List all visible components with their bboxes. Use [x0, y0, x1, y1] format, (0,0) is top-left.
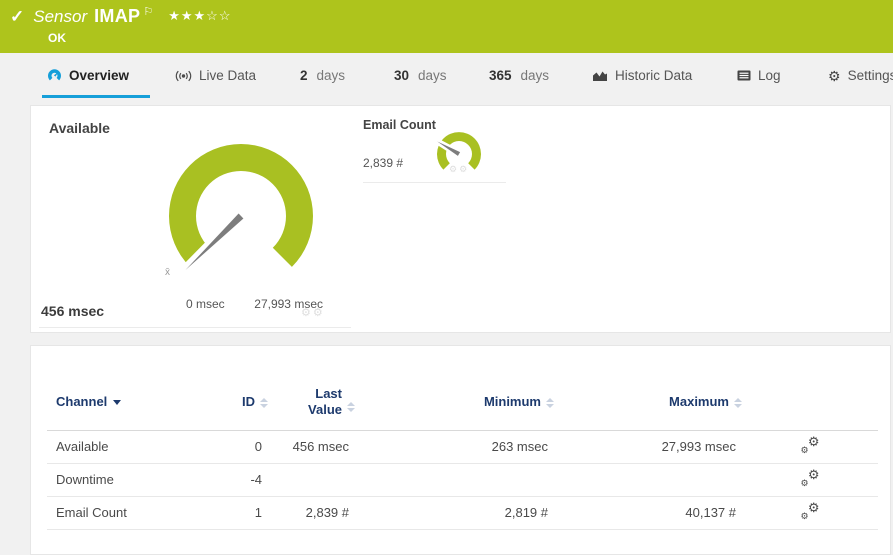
- log-list-icon: [737, 70, 751, 81]
- sort-toggle-icon: [546, 397, 554, 408]
- priority-stars[interactable]: ★★★☆☆: [168, 8, 231, 24]
- mean-marker: x̄: [165, 267, 170, 278]
- gauge-hover-settings-icons[interactable]: ⚙⚙: [449, 164, 469, 175]
- channel-settings-icon[interactable]: ⚙ ⚙: [801, 500, 820, 521]
- last-value-cell: [268, 463, 355, 497]
- area-chart-icon: [593, 71, 607, 81]
- channel-row-downtime[interactable]: Downtime -4 ⚙ ⚙: [47, 463, 878, 497]
- gauge-title: Available: [49, 120, 110, 136]
- channel-row-available[interactable]: Available 0 456 msec 263 msec 27,993 mse…: [47, 430, 878, 464]
- channel-settings-icon[interactable]: ⚙ ⚙: [801, 467, 820, 488]
- ok-check-icon: ✓: [10, 7, 25, 26]
- column-header-minimum[interactable]: Minimum: [355, 374, 554, 431]
- tab-log[interactable]: Log: [737, 68, 781, 83]
- channel-table-panel: Channel ID Last Value Minimum Maximum Av…: [30, 345, 891, 555]
- channel-name-cell[interactable]: Email Count: [47, 496, 231, 530]
- channel-name-cell[interactable]: Downtime: [47, 463, 231, 497]
- maximum-cell: 27,993 msec: [554, 430, 742, 464]
- sensor-name: IMAP: [94, 6, 141, 26]
- sort-toggle-icon: [260, 397, 268, 408]
- sensor-status-header: ✓ Sensor IMAP ⚐ ★★★☆☆ OK: [0, 0, 893, 53]
- gauge-title: Email Count: [363, 118, 436, 132]
- sort-toggle-icon: [734, 397, 742, 408]
- column-header-actions: [742, 374, 878, 431]
- live-signal-icon: [175, 70, 192, 81]
- gauge-current-value: 2,839 #: [363, 156, 404, 170]
- column-header-last-value[interactable]: Last Value: [268, 374, 355, 431]
- gauge-current-value: 456 msec: [41, 303, 105, 319]
- sensor-status-badge: OK: [48, 31, 66, 45]
- last-value-cell: 456 msec: [268, 430, 355, 464]
- maximum-cell: [554, 463, 742, 497]
- overview-gauges-panel: Available x̄ 0 msec 27,993 msec 456 msec…: [30, 105, 891, 333]
- gauge-tile-email-count[interactable]: Email Count 2,839 # ⚙⚙: [363, 114, 506, 183]
- tab-settings[interactable]: ⚙ Settings: [828, 68, 893, 83]
- stars-empty[interactable]: ☆☆: [206, 8, 231, 23]
- column-header-id[interactable]: ID: [231, 374, 268, 431]
- minimum-cell: [355, 463, 554, 497]
- stars-filled[interactable]: ★★★: [168, 8, 206, 23]
- minimum-cell: 263 msec: [355, 430, 554, 464]
- column-header-maximum[interactable]: Maximum: [554, 374, 742, 431]
- available-gauge: [169, 143, 313, 276]
- object-kind-label: Sensor: [33, 7, 88, 26]
- maximum-cell: 40,137 #: [554, 496, 742, 530]
- channel-id-cell: 1: [231, 496, 268, 530]
- gauge-hover-settings-icons[interactable]: ⚙⚙: [301, 306, 325, 319]
- gauge-tile-available[interactable]: Available x̄ 0 msec 27,993 msec 456 msec…: [39, 114, 351, 328]
- channel-id-cell: 0: [231, 430, 268, 464]
- channel-settings-icon[interactable]: ⚙ ⚙: [801, 434, 820, 455]
- column-header-channel[interactable]: Channel: [47, 374, 231, 431]
- active-tab-indicator: [42, 95, 150, 98]
- channel-name-cell[interactable]: Available: [47, 430, 231, 464]
- gear-icon: ⚙: [828, 67, 841, 84]
- channel-row-email-count[interactable]: Email Count 1 2,839 # 2,819 # 40,137 # ⚙…: [47, 496, 878, 530]
- last-value-cell: 2,839 #: [268, 496, 355, 530]
- flag-icon[interactable]: ⚐: [143, 5, 153, 18]
- gauge-icon: [48, 68, 61, 80]
- tab-historic-data[interactable]: Historic Data: [592, 68, 692, 83]
- tab-365-days[interactable]: 365 days: [489, 68, 549, 83]
- tab-2-days[interactable]: 2 days: [300, 68, 345, 83]
- tab-live-data[interactable]: Live Data: [175, 68, 256, 83]
- tab-bar: Overview Live Data 2 days 30 days 365 da…: [0, 53, 893, 105]
- sort-desc-icon: [113, 400, 122, 406]
- tab-30-days[interactable]: 30 days: [394, 68, 447, 83]
- channel-id-cell: -4: [231, 463, 268, 497]
- sort-toggle-icon: [347, 401, 355, 412]
- tab-overview[interactable]: Overview: [47, 68, 129, 83]
- channel-table: Channel ID Last Value Minimum Maximum Av…: [47, 374, 878, 530]
- minimum-cell: 2,819 #: [355, 496, 554, 530]
